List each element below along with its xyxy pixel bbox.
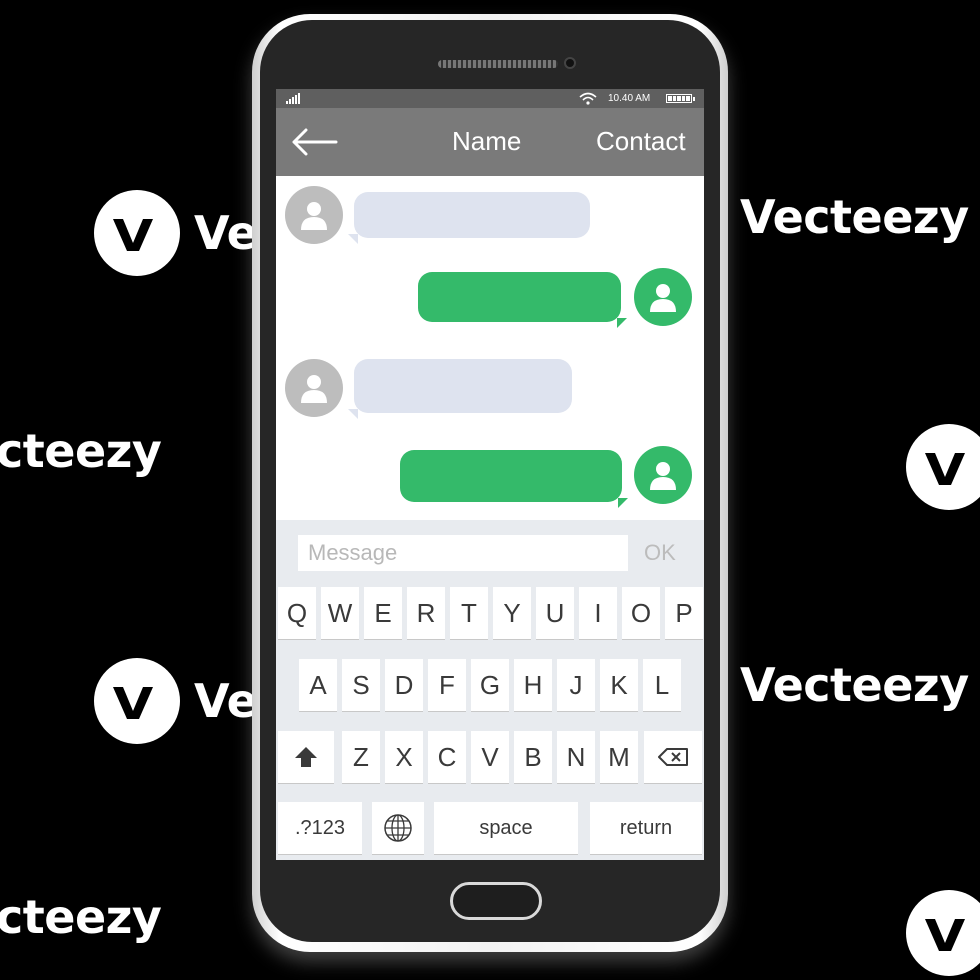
status-time: 10.40 AM bbox=[608, 93, 651, 104]
user-icon bbox=[650, 284, 676, 312]
watermark-text: cteezy bbox=[0, 424, 162, 478]
user-icon bbox=[650, 462, 676, 490]
key-w[interactable]: W bbox=[321, 587, 359, 639]
contact-name-title: Name bbox=[452, 126, 522, 156]
watermark: Vecteezy bbox=[740, 190, 969, 244]
front-camera bbox=[564, 57, 576, 69]
backspace-icon bbox=[658, 748, 688, 766]
message-bubble-incoming[interactable] bbox=[354, 192, 590, 238]
ok-send-button[interactable]: OK bbox=[644, 540, 676, 566]
watermark-text: cteezy bbox=[0, 890, 162, 944]
key-f[interactable]: F bbox=[428, 659, 466, 711]
key-x[interactable]: X bbox=[385, 731, 423, 783]
key-p[interactable]: P bbox=[665, 587, 703, 639]
key-a[interactable]: A bbox=[299, 659, 337, 711]
watermark: Vecteezy bbox=[740, 658, 969, 712]
key-b[interactable]: B bbox=[514, 731, 552, 783]
key-m[interactable]: M bbox=[600, 731, 638, 783]
chat-header: Name Contact bbox=[276, 108, 704, 176]
home-button[interactable] bbox=[450, 882, 542, 920]
key-t[interactable]: T bbox=[450, 587, 488, 639]
return-key[interactable]: return bbox=[590, 802, 702, 854]
arrow-left-icon[interactable] bbox=[290, 128, 338, 156]
key-d[interactable]: D bbox=[385, 659, 423, 711]
watermark bbox=[906, 424, 980, 510]
key-h[interactable]: H bbox=[514, 659, 552, 711]
avatar-incoming bbox=[285, 359, 343, 417]
globe-key[interactable] bbox=[372, 802, 424, 854]
key-r[interactable]: R bbox=[407, 587, 445, 639]
key-l[interactable]: L bbox=[643, 659, 681, 711]
message-bubble-incoming[interactable] bbox=[354, 359, 572, 413]
vecteezy-logo-icon bbox=[906, 424, 980, 510]
message-input[interactable] bbox=[298, 535, 628, 571]
avatar-outgoing bbox=[634, 446, 692, 504]
status-bar: 10.40 AM bbox=[276, 89, 704, 108]
message-bubble-outgoing[interactable] bbox=[400, 450, 628, 508]
battery-icon bbox=[666, 94, 695, 103]
key-n[interactable]: N bbox=[557, 731, 595, 783]
watermark: cteezy bbox=[0, 424, 162, 478]
vecteezy-logo-icon bbox=[906, 890, 980, 976]
key-s[interactable]: S bbox=[342, 659, 380, 711]
avatar-outgoing bbox=[634, 268, 692, 326]
shift-arrow-icon bbox=[295, 747, 317, 767]
watermark-text: Vecteezy bbox=[740, 658, 969, 712]
phone-screen: 10.40 AM Name Contact OK Q bbox=[276, 89, 704, 860]
contact-button[interactable]: Contact bbox=[596, 126, 686, 157]
wifi-icon bbox=[579, 92, 597, 105]
vecteezy-logo-icon bbox=[94, 658, 180, 744]
shift-key[interactable] bbox=[278, 731, 334, 783]
space-key[interactable]: space bbox=[434, 802, 578, 854]
user-icon bbox=[301, 202, 327, 230]
keyboard-area: OK Q W E R T Y U I O P A S D F G H J K L… bbox=[276, 520, 704, 860]
key-i[interactable]: I bbox=[579, 587, 617, 639]
key-e[interactable]: E bbox=[364, 587, 402, 639]
key-y[interactable]: Y bbox=[493, 587, 531, 639]
key-q[interactable]: Q bbox=[278, 587, 316, 639]
watermark-text: Vecteezy bbox=[740, 190, 969, 244]
vecteezy-logo-icon bbox=[94, 190, 180, 276]
user-icon bbox=[301, 375, 327, 403]
watermark: cteezy bbox=[0, 890, 162, 944]
watermark bbox=[906, 890, 980, 976]
symbols-key[interactable]: .?123 bbox=[278, 802, 362, 854]
key-k[interactable]: K bbox=[600, 659, 638, 711]
message-list bbox=[276, 176, 704, 520]
backspace-key[interactable] bbox=[644, 731, 702, 783]
signal-icon bbox=[286, 93, 300, 104]
key-o[interactable]: O bbox=[622, 587, 660, 639]
key-j[interactable]: J bbox=[557, 659, 595, 711]
speaker-grill bbox=[438, 60, 558, 68]
key-v[interactable]: V bbox=[471, 731, 509, 783]
globe-icon bbox=[384, 814, 412, 842]
key-c[interactable]: C bbox=[428, 731, 466, 783]
key-g[interactable]: G bbox=[471, 659, 509, 711]
key-z[interactable]: Z bbox=[342, 731, 380, 783]
message-bubble-outgoing[interactable] bbox=[418, 272, 627, 328]
key-u[interactable]: U bbox=[536, 587, 574, 639]
avatar-incoming bbox=[285, 186, 343, 244]
